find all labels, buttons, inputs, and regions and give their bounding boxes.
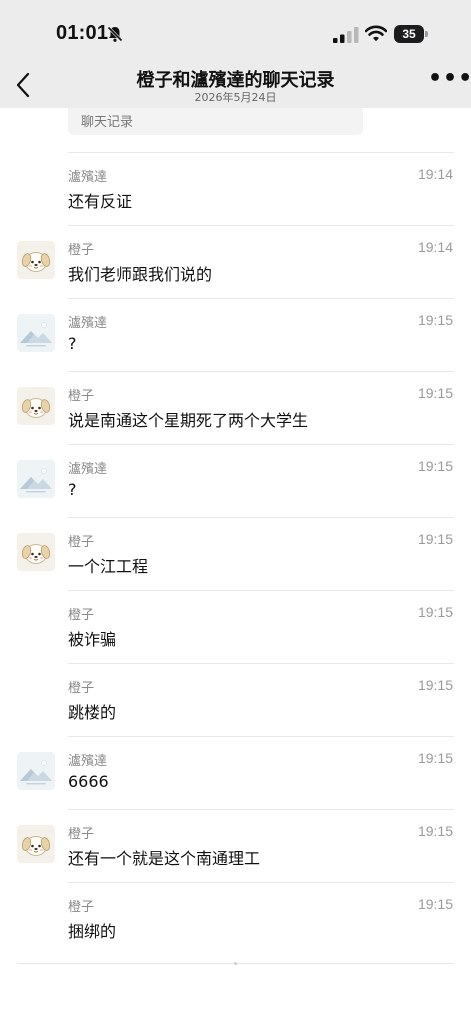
row-divider (68, 517, 454, 518)
message-sender: 橙子 (68, 827, 95, 842)
message-row[interactable]: 橙子 19:15 还有一个就是这个南通理工 (0, 809, 471, 882)
message-text: 我们老师跟我们说的 (68, 265, 213, 284)
message-text: 还有一个就是这个南通理工 (68, 849, 261, 868)
message-text: 一个江工程 (68, 557, 149, 576)
message-time: 19:15 (417, 750, 453, 766)
message-text: 跳楼的 (68, 703, 117, 722)
message-sender: 橙子 (68, 681, 95, 696)
message-sender: 橙子 (68, 389, 95, 404)
message-row[interactable]: 瀘殯達 19:14 还有反证 (0, 152, 471, 225)
message-text: 还有反证 (68, 192, 133, 211)
message-sender: 瀘殯達 (68, 316, 108, 331)
message-row[interactable]: 橙子 19:15 捆绑的 (0, 882, 471, 955)
message-text: ? (68, 334, 77, 353)
landscape-avatar-icon[interactable] (17, 752, 55, 790)
message-time: 19:15 (417, 312, 453, 328)
puppy-avatar-icon[interactable] (17, 533, 55, 571)
message-time: 19:15 (417, 823, 453, 839)
puppy-avatar-icon[interactable] (17, 825, 55, 863)
puppy-avatar-icon[interactable] (17, 241, 55, 279)
row-divider (68, 809, 454, 810)
row-divider (68, 444, 454, 445)
message-sender: 橙子 (68, 608, 95, 623)
status-time: 01:01 (56, 22, 109, 44)
row-divider (68, 371, 454, 372)
row-divider (68, 298, 454, 299)
landscape-avatar-icon[interactable] (17, 460, 55, 498)
quoted-card-label: 聊天记录 (81, 115, 134, 130)
row-divider (68, 590, 454, 591)
back-chevron-icon[interactable] (12, 68, 36, 102)
battery-indicator: 35 (394, 25, 428, 43)
message-row[interactable]: 瀘殯達 19:15? (0, 444, 471, 517)
message-row[interactable]: 橙子 19:15 说是南通这个星期死了两个大学生 (0, 371, 471, 444)
message-time: 19:15 (417, 531, 453, 547)
message-time: 19:15 (417, 604, 453, 620)
row-divider (68, 736, 454, 737)
landscape-avatar-icon[interactable] (17, 314, 55, 352)
message-sender: 瀘殯達 (68, 754, 108, 769)
message-text: 6666 (68, 772, 109, 791)
message-row[interactable]: 橙子 19:15 一个江工程 (0, 517, 471, 590)
message-sender: 橙子 (68, 243, 95, 258)
message-sender: 瀘殯達 (68, 462, 108, 477)
message-text: 被诈骗 (68, 630, 117, 649)
message-time: 19:15 (417, 385, 453, 401)
message-row[interactable]: 瀘殯達 19:15? (0, 298, 471, 371)
message-time: 19:15 (417, 458, 453, 474)
more-options-button[interactable]: ••• (428, 68, 471, 90)
message-text: ? (68, 480, 77, 499)
message-time: 19:14 (417, 239, 453, 255)
wifi-icon (365, 25, 387, 42)
cellular-signal-icon (333, 27, 359, 43)
message-row[interactable]: 橙子 19:14 我们老师跟我们说的 (0, 225, 471, 298)
row-divider (68, 225, 454, 226)
message-row[interactable]: 橙子 19:15 被诈骗 (0, 590, 471, 663)
message-time: 19:15 (417, 896, 453, 912)
message-time: 19:14 (417, 166, 453, 182)
message-row[interactable]: 橙子 19:15 跳楼的 (0, 663, 471, 736)
puppy-avatar-icon[interactable] (17, 387, 55, 425)
message-sender: 橙子 (68, 535, 95, 550)
silent-bell-icon (107, 26, 123, 42)
row-divider (68, 663, 454, 664)
row-divider (68, 882, 454, 883)
message-row[interactable]: 瀘殯達 19:15 6666 (0, 736, 471, 809)
list-end-dot (234, 962, 237, 965)
message-text: 捆绑的 (68, 922, 117, 941)
message-sender: 瀘殯達 (68, 170, 108, 185)
message-time: 19:15 (417, 677, 453, 693)
quoted-chat-history-card[interactable]: 聊天记录 (68, 108, 363, 135)
message-sender: 橙子 (68, 900, 95, 915)
message-text: 说是南通这个星期死了两个大学生 (68, 411, 309, 430)
top-bar: 01:01 35 橙子和瀘殯達的聊天记录 2026年5月24日 ••• (0, 0, 471, 108)
row-divider (68, 152, 454, 153)
battery-nub (425, 31, 428, 37)
page-subtitle-date: 2026年5月24日 (194, 91, 277, 104)
battery-level: 35 (394, 25, 424, 43)
